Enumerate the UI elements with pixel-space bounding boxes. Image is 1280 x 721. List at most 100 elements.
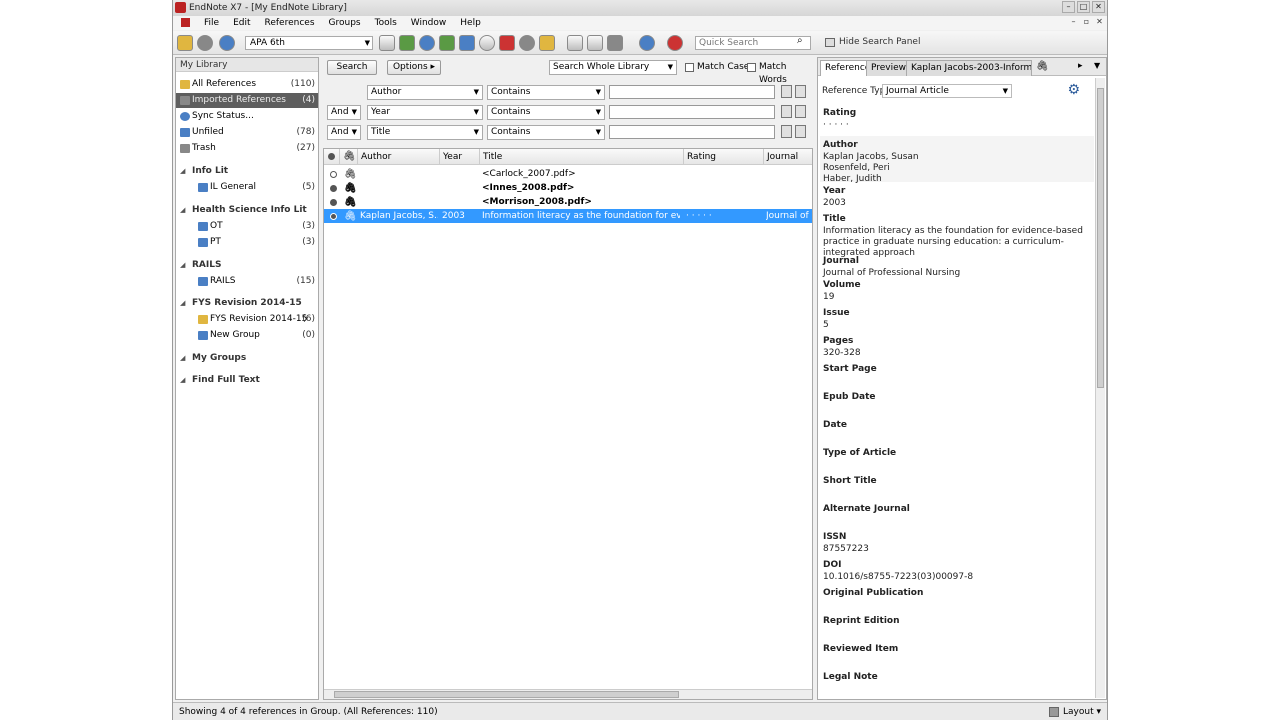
group-il-general[interactable]: IL General (5) bbox=[176, 180, 318, 195]
read-status-column[interactable] bbox=[324, 149, 340, 165]
search-op-select-2[interactable]: Contains ▼ bbox=[487, 105, 605, 120]
collapse-triangle-icon[interactable]: ◢ bbox=[180, 203, 185, 217]
search-button[interactable]: Search bbox=[327, 60, 377, 75]
close-button[interactable]: ✕ bbox=[1092, 1, 1105, 13]
group-sync-status[interactable]: Sync Status... bbox=[176, 109, 318, 124]
output-style-select[interactable]: APA 6th ▼ bbox=[245, 36, 373, 50]
insert-row-button[interactable] bbox=[781, 85, 792, 98]
help-icon[interactable] bbox=[667, 35, 683, 51]
search-term-input-1[interactable] bbox=[609, 85, 775, 99]
column-journal[interactable]: Journal bbox=[764, 149, 812, 165]
settings-toolbar-icon[interactable] bbox=[607, 35, 623, 51]
group-new-group[interactable]: New Group (0) bbox=[176, 328, 318, 343]
new-reference-icon[interactable] bbox=[539, 35, 555, 51]
insert-row-button[interactable] bbox=[781, 105, 792, 118]
column-title[interactable]: Title bbox=[480, 149, 684, 165]
remove-row-button[interactable] bbox=[795, 85, 806, 98]
my-library-header[interactable]: My Library bbox=[176, 58, 318, 72]
search-field-select-1[interactable]: Author ▼ bbox=[367, 85, 483, 100]
search-scope-select[interactable]: Search Whole Library ▼ bbox=[549, 60, 677, 75]
field-value-issn[interactable]: 87557223 bbox=[823, 544, 1093, 555]
menu-tools[interactable]: Tools bbox=[375, 16, 397, 30]
format-bibliography-icon[interactable] bbox=[519, 35, 535, 51]
table-row[interactable]: 🖇 <Innes_2008.pdf> bbox=[324, 181, 812, 195]
search-term-input-3[interactable] bbox=[609, 125, 775, 139]
mdi-restore-button[interactable]: ▫ bbox=[1081, 17, 1092, 27]
collapse-triangle-icon[interactable]: ◢ bbox=[180, 296, 185, 310]
field-value-doi[interactable]: 10.1016/s8755-7223(03)00097-8 bbox=[823, 572, 1093, 583]
remove-row-button[interactable] bbox=[795, 125, 806, 138]
local-library-mode-icon[interactable] bbox=[177, 35, 193, 51]
search-term-input-2[interactable] bbox=[609, 105, 775, 119]
group-set-find-full-text[interactable]: ◢ Find Full Text bbox=[176, 373, 260, 387]
remove-row-button[interactable] bbox=[795, 105, 806, 118]
collapse-triangle-icon[interactable]: ◢ bbox=[180, 351, 185, 365]
hide-search-panel-button[interactable]: Hide Search Panel bbox=[823, 35, 923, 50]
reference-type-select[interactable]: Journal Article ▼ bbox=[882, 84, 1012, 98]
group-all-references[interactable]: All References (110) bbox=[176, 77, 318, 92]
layout-button[interactable]: Layout ▾ bbox=[1049, 703, 1101, 721]
menu-file[interactable]: File bbox=[204, 16, 219, 30]
collapse-triangle-icon[interactable]: ◢ bbox=[180, 258, 185, 272]
quick-search-input[interactable]: Quick Search bbox=[695, 36, 811, 50]
group-fys-revision[interactable]: FYS Revision 2014-15 (6) bbox=[176, 312, 318, 327]
vertical-scrollbar[interactable] bbox=[1095, 78, 1105, 698]
group-unfiled[interactable]: Unfiled (78) bbox=[176, 125, 318, 140]
column-year[interactable]: Year bbox=[440, 149, 480, 165]
search-bool-select-3[interactable]: And ▼ bbox=[327, 125, 361, 140]
horizontal-scrollbar[interactable] bbox=[324, 689, 812, 699]
search-op-select-1[interactable]: Contains ▼ bbox=[487, 85, 605, 100]
web-icon[interactable] bbox=[587, 35, 603, 51]
minimize-button[interactable]: – bbox=[1062, 1, 1075, 13]
match-case-checkbox[interactable]: Match Case bbox=[685, 61, 749, 74]
menu-window[interactable]: Window bbox=[411, 16, 447, 30]
table-row-selected[interactable]: 🖇 Kaplan Jacobs, S... 2003 Information l… bbox=[324, 209, 812, 223]
group-trash[interactable]: Trash (27) bbox=[176, 141, 318, 156]
group-set-my-groups[interactable]: ◢ My Groups bbox=[176, 351, 246, 365]
chevron-down-icon[interactable]: ▼ bbox=[1094, 61, 1100, 70]
search-op-select-3[interactable]: Contains ▼ bbox=[487, 125, 605, 140]
search-bool-select-2[interactable]: And ▼ bbox=[327, 105, 361, 120]
attachment-column[interactable]: 🖇 bbox=[340, 149, 358, 165]
match-words-checkbox[interactable]: Match Words bbox=[747, 61, 813, 85]
field-value-year[interactable]: 2003 bbox=[823, 198, 1093, 209]
mdi-minimize-button[interactable]: – bbox=[1068, 17, 1079, 27]
mdi-close-button[interactable]: ✕ bbox=[1094, 17, 1105, 27]
insert-row-button[interactable] bbox=[781, 125, 792, 138]
group-imported-references[interactable]: Imported References (4) bbox=[176, 93, 318, 108]
open-pdf-icon[interactable] bbox=[567, 35, 583, 51]
field-value-author[interactable]: Kaplan Jacobs, Susan Rosenfeld, Peri Hab… bbox=[823, 152, 1093, 185]
group-rails[interactable]: RAILS (15) bbox=[176, 274, 318, 289]
field-value-pages[interactable]: 320-328 bbox=[823, 348, 1093, 359]
sync-icon[interactable] bbox=[639, 35, 655, 51]
group-set-info-lit[interactable]: ◢ Info Lit bbox=[176, 164, 228, 178]
field-value-title[interactable]: Information literacy as the foundation f… bbox=[823, 226, 1093, 259]
gear-icon[interactable]: ⚙ bbox=[1067, 82, 1080, 98]
menu-references[interactable]: References bbox=[265, 16, 315, 30]
collapse-triangle-icon[interactable]: ◢ bbox=[180, 164, 185, 178]
online-search-icon[interactable] bbox=[439, 35, 455, 51]
tab-preview[interactable]: Preview bbox=[866, 60, 912, 76]
tab-pdf[interactable]: Kaplan Jacobs-2003-Informat bbox=[906, 60, 1032, 76]
table-row[interactable]: 🖇 <Morrison_2008.pdf> bbox=[324, 195, 812, 209]
open-link-icon[interactable] bbox=[459, 35, 475, 51]
group-set-health-science[interactable]: ◢ Health Science Info Lit bbox=[176, 203, 307, 217]
copy-formatted-icon[interactable] bbox=[379, 35, 395, 51]
chevron-right-icon[interactable]: ▸ bbox=[1078, 61, 1083, 71]
search-icon[interactable]: ⌕ bbox=[797, 35, 803, 46]
menu-groups[interactable]: Groups bbox=[329, 16, 361, 30]
group-set-fys-revision[interactable]: ◢ FYS Revision 2014-15 bbox=[176, 296, 302, 310]
integrated-library-icon[interactable] bbox=[219, 35, 235, 51]
field-value-volume[interactable]: 19 bbox=[823, 292, 1093, 303]
attach-file-icon[interactable] bbox=[479, 35, 495, 51]
column-rating[interactable]: Rating bbox=[684, 149, 764, 165]
group-ot[interactable]: OT (3) bbox=[176, 219, 318, 234]
search-field-select-3[interactable]: Title ▼ bbox=[367, 125, 483, 140]
insert-citation-icon[interactable] bbox=[499, 35, 515, 51]
menu-edit[interactable]: Edit bbox=[233, 16, 250, 30]
online-search-mode-icon[interactable] bbox=[197, 35, 213, 51]
scrollbar-thumb[interactable] bbox=[334, 691, 679, 698]
search-field-select-2[interactable]: Year ▼ bbox=[367, 105, 483, 120]
paperclip-icon[interactable]: 🖇 bbox=[1036, 61, 1049, 72]
group-pt[interactable]: PT (3) bbox=[176, 235, 318, 250]
